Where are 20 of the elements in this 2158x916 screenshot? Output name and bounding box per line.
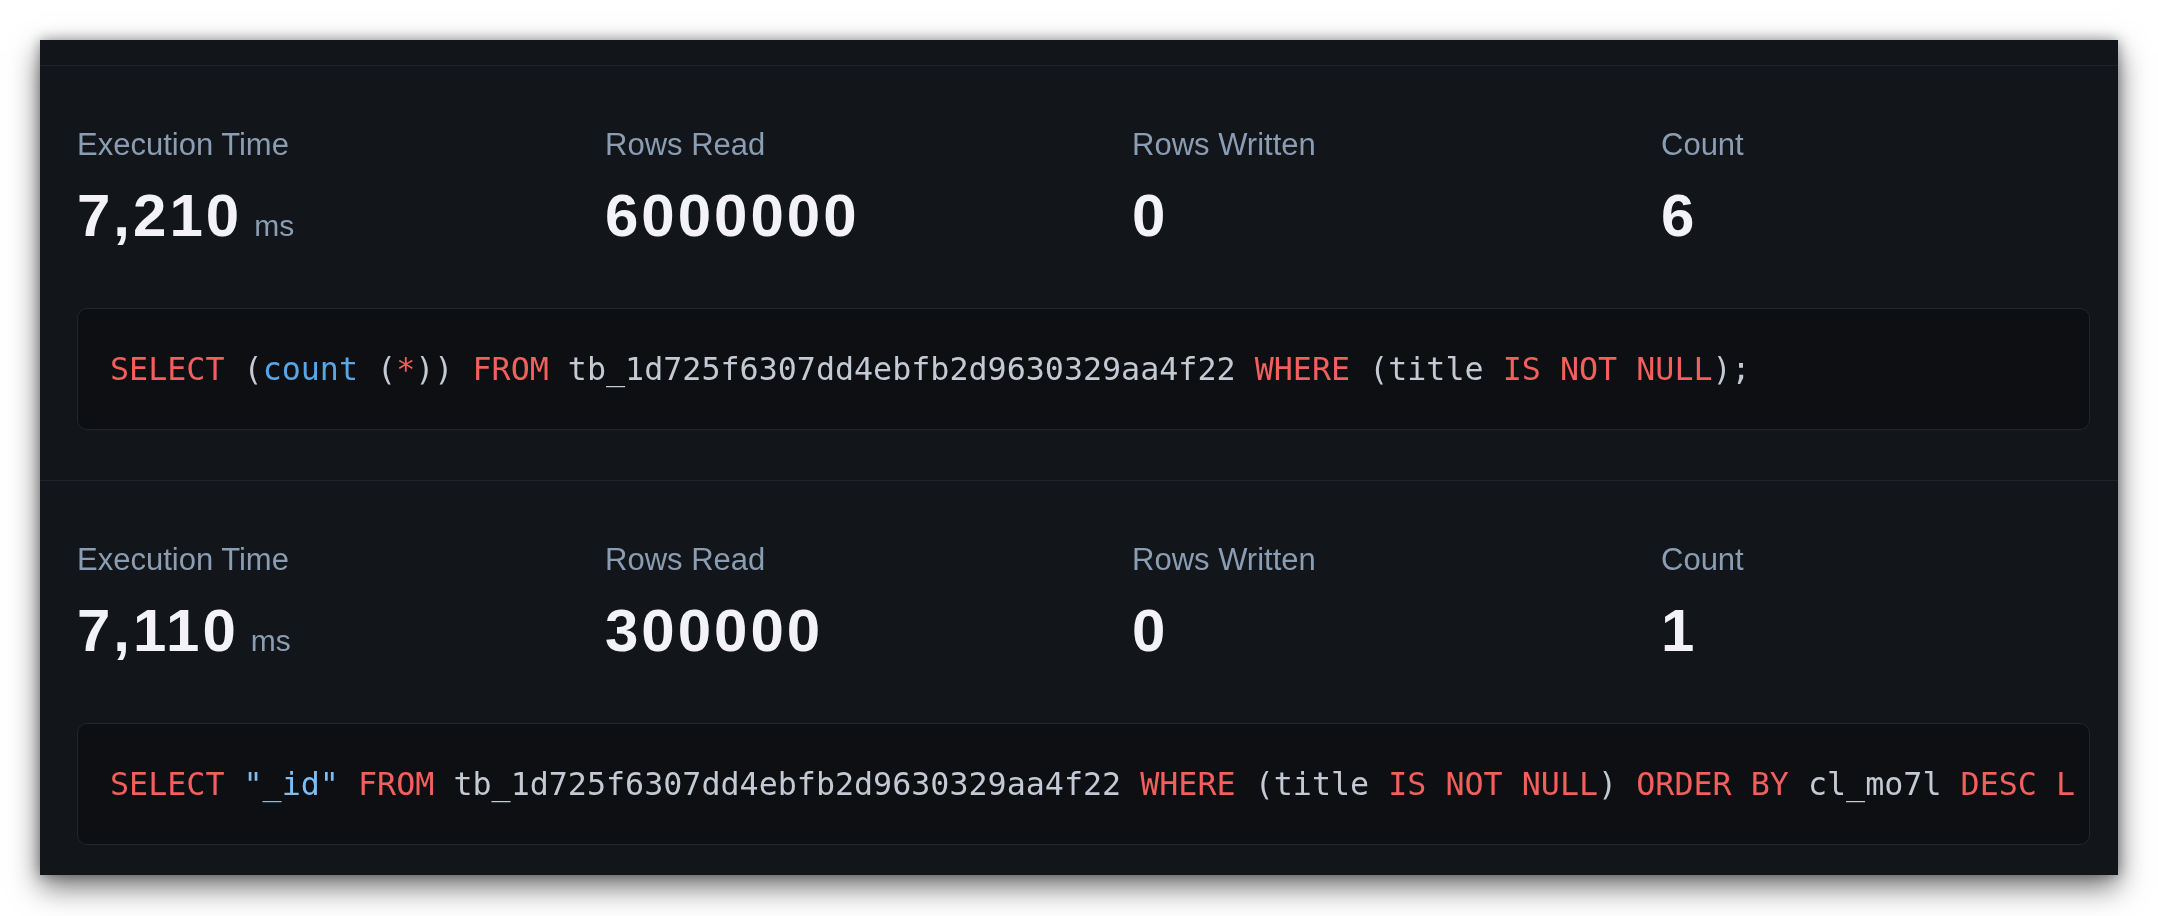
- sql-query: SELECT (count (*)) FROM tb_1d725f6307dd4ebfb2d9630329aa4f22 WHERE (title IS NOT NULL);: [110, 350, 1751, 390]
- metric-value: 0: [1132, 596, 1169, 666]
- metric-value: 1: [1661, 596, 1698, 666]
- unit-label: ms: [250, 623, 291, 659]
- metric-label: Rows Read: [605, 541, 766, 579]
- metric-value: 6: [1661, 181, 1698, 251]
- metric-label: Count: [1661, 126, 1744, 164]
- metric-value: 6000000: [605, 181, 860, 251]
- metric-label: Execution Time: [77, 126, 289, 164]
- metric-label: Rows Written: [1132, 541, 1316, 579]
- metric-value: 7,110: [77, 596, 239, 666]
- metric-label: Rows Read: [605, 126, 766, 164]
- metric-label: Rows Written: [1132, 126, 1316, 164]
- metric-value: 7,210: [77, 181, 243, 251]
- unit-label: ms: [254, 208, 295, 244]
- metric-value: 0: [1132, 181, 1169, 251]
- metric-value: 300000: [605, 596, 824, 666]
- metric-label: Execution Time: [77, 541, 289, 579]
- sql-query: SELECT "_id" FROM tb_1d725f6307dd4ebfb2d9630329aa4f22 WHERE (title IS NOT NULL) ORDER BY cl_mo7l DESC L: [110, 765, 2076, 805]
- metric-label: Count: [1661, 541, 1744, 579]
